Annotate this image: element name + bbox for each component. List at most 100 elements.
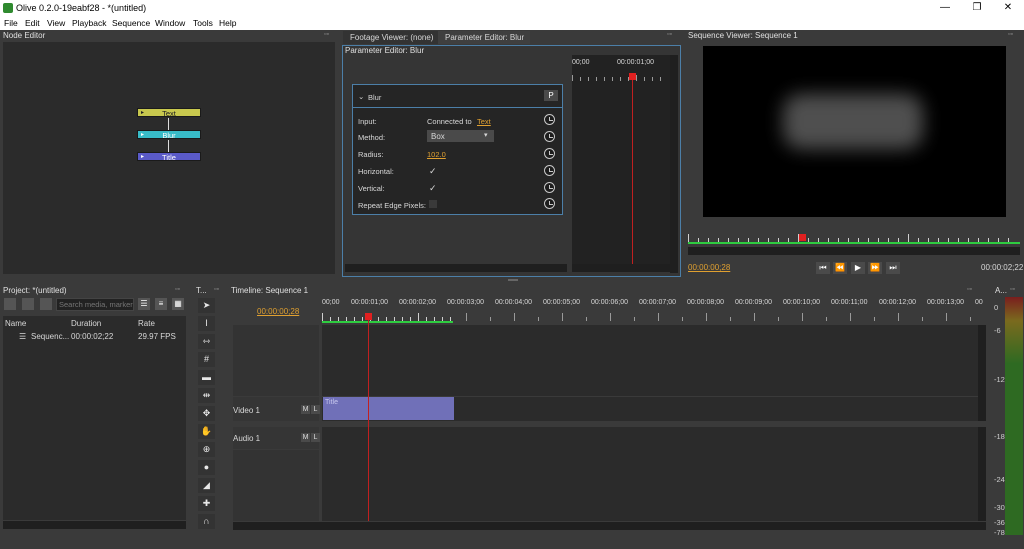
menu-view[interactable]: View	[47, 18, 65, 28]
maximize-button[interactable]: ❐	[962, 0, 992, 16]
panel-float-close-icon[interactable]: ▫▫	[967, 286, 972, 293]
go-to-end-button[interactable]: ⏭	[886, 262, 900, 274]
keyframe-clock-icon[interactable]	[544, 182, 555, 193]
video-lock-button[interactable]: L	[311, 405, 320, 414]
razor-tool-icon[interactable]: ▬	[198, 370, 215, 385]
zoom-tool-icon[interactable]: ⊕	[198, 442, 215, 457]
param-hscrollbar[interactable]	[345, 264, 567, 272]
menu-edit[interactable]: Edit	[25, 18, 40, 28]
add-tool-icon[interactable]: ✚	[198, 496, 215, 511]
menu-tools[interactable]: Tools	[193, 18, 213, 28]
menu-sequence[interactable]: Sequence	[112, 18, 150, 28]
audio-lock-button[interactable]: L	[311, 433, 320, 442]
keyframe-clock-icon[interactable]	[544, 148, 555, 159]
slide-tool-icon[interactable]: ✥	[198, 406, 215, 421]
timeline-playhead-marker[interactable]	[365, 313, 372, 320]
video-track-area[interactable]: Title	[322, 397, 978, 421]
viewer-playhead[interactable]	[799, 234, 806, 241]
minimize-button[interactable]: —	[930, 0, 960, 16]
node-editor-canvas[interactable]: ▸ Text ▸ Blur ▸ Title	[3, 42, 335, 274]
input-link[interactable]: Text	[477, 117, 491, 126]
col-name[interactable]: Name	[5, 319, 26, 328]
col-rate[interactable]: Rate	[138, 319, 155, 328]
new-item-icon[interactable]	[4, 298, 16, 310]
node-title[interactable]: ▸ Title	[137, 152, 201, 162]
node-card-title: Blur	[368, 93, 382, 102]
transition-tool-icon[interactable]: ◢	[198, 478, 215, 493]
panel-float-close-icon[interactable]: ▫▫	[175, 286, 180, 293]
icon-view-icon[interactable]: ▦	[172, 298, 184, 310]
audio-track-area[interactable]	[322, 427, 978, 521]
keyframe-ruler[interactable]	[572, 71, 670, 81]
menu-file[interactable]: File	[4, 18, 18, 28]
panel-float-close-icon[interactable]: ▫▫	[1008, 31, 1013, 38]
close-button[interactable]: ✕	[993, 0, 1023, 16]
keyframe-vscrollbar[interactable]	[670, 55, 678, 273]
panel-float-close-icon[interactable]: ▫▫	[1010, 286, 1015, 293]
keyframe-clock-icon[interactable]	[544, 131, 555, 142]
list-item[interactable]: ☰ Sequenc... 00:00:02;22 29.97 FPS	[3, 330, 186, 341]
viewer-hscrollbar[interactable]	[688, 247, 1020, 255]
keyframe-area[interactable]: 00;00 00:00:01;00	[572, 55, 670, 265]
node-blur[interactable]: ▸ Blur	[137, 130, 201, 140]
timeline-current-time[interactable]: 00:00:00;28	[257, 307, 299, 316]
playhead-line	[632, 80, 633, 265]
hand-tool-icon[interactable]: ✋	[198, 424, 215, 439]
ripple-tool-icon[interactable]: ⇿	[198, 334, 215, 349]
panel-float-close-icon[interactable]: ▫▫	[667, 31, 672, 38]
keyframe-clock-icon[interactable]	[544, 114, 555, 125]
project-hscrollbar[interactable]	[3, 521, 186, 529]
list-view-icon[interactable]: ≡	[155, 298, 167, 310]
timeline-ruler[interactable]: 00;00 00:00:01;00 00:00:02;00 00:00:03;0…	[322, 297, 984, 323]
radius-value[interactable]: 102.0	[427, 150, 446, 159]
node-expand-icon[interactable]: ▸	[141, 109, 144, 118]
timeline-vscrollbar-audio[interactable]	[978, 427, 986, 521]
pin-p-button[interactable]: P	[544, 90, 558, 101]
project-list[interactable]: Name Duration Rate ☰ Sequenc... 00:00:02…	[3, 316, 186, 520]
node-expand-icon[interactable]: ▸	[141, 131, 144, 140]
rewind-button[interactable]: ⏪	[833, 262, 847, 274]
open-folder-icon[interactable]	[22, 298, 34, 310]
timeline-hscrollbar[interactable]	[233, 522, 986, 530]
slip-tool-icon[interactable]: ⇹	[198, 388, 215, 403]
viewer-ruler[interactable]	[688, 231, 1020, 244]
panel-float-close-icon[interactable]: ▫▫	[324, 31, 329, 38]
play-button[interactable]: ▶	[851, 262, 865, 274]
tab-parameter-editor[interactable]: Parameter Editor: Blur	[438, 31, 530, 44]
panel-float-close-icon[interactable]: ▫▫	[214, 286, 219, 293]
fast-forward-button[interactable]: ⏩	[868, 262, 882, 274]
snapping-tool-icon[interactable]: ∩	[198, 514, 215, 529]
keyframe-clock-icon[interactable]	[544, 165, 555, 176]
title-clip[interactable]: Title	[323, 397, 454, 420]
tree-view-icon[interactable]: ☰	[138, 298, 150, 310]
save-icon[interactable]	[40, 298, 52, 310]
viewer-screen[interactable]	[703, 46, 1006, 217]
go-to-start-button[interactable]: ⏮	[816, 262, 830, 274]
edit-tool-icon[interactable]: I	[198, 316, 215, 331]
project-search-input[interactable]	[56, 298, 134, 311]
col-duration[interactable]: Duration	[71, 319, 101, 328]
timeline-vscrollbar-video[interactable]	[978, 325, 986, 421]
menu-help[interactable]: Help	[219, 18, 236, 28]
keyframe-clock-icon[interactable]	[544, 198, 555, 209]
record-tool-icon[interactable]: ●	[198, 460, 215, 475]
node-text[interactable]: ▸ Text	[137, 108, 201, 118]
horizontal-checkbox[interactable]: ✓	[429, 166, 437, 177]
viewer-current-time[interactable]: 00:00:00;28	[688, 263, 730, 272]
keyframe-hscrollbar[interactable]	[572, 264, 670, 272]
video-mute-button[interactable]: M	[301, 405, 310, 414]
collapse-chevron-icon[interactable]: ⌄	[358, 92, 364, 101]
menu-window[interactable]: Window	[155, 18, 185, 28]
rolling-tool-icon[interactable]: #	[198, 352, 215, 367]
menu-playback[interactable]: Playback	[72, 18, 107, 28]
playhead-marker[interactable]	[629, 73, 636, 80]
node-expand-icon[interactable]: ▸	[141, 153, 144, 162]
video-track-area-upper[interactable]	[322, 325, 978, 396]
repeat-edge-checkbox[interactable]	[429, 200, 437, 208]
pointer-tool-icon[interactable]: ➤	[198, 298, 215, 313]
vertical-checkbox[interactable]: ✓	[429, 183, 437, 194]
splitter-handle[interactable]	[508, 279, 518, 281]
method-select[interactable]: Box ▾	[427, 130, 494, 142]
audio-mute-button[interactable]: M	[301, 433, 310, 442]
tab-footage-viewer[interactable]: Footage Viewer: (none)	[343, 31, 438, 44]
